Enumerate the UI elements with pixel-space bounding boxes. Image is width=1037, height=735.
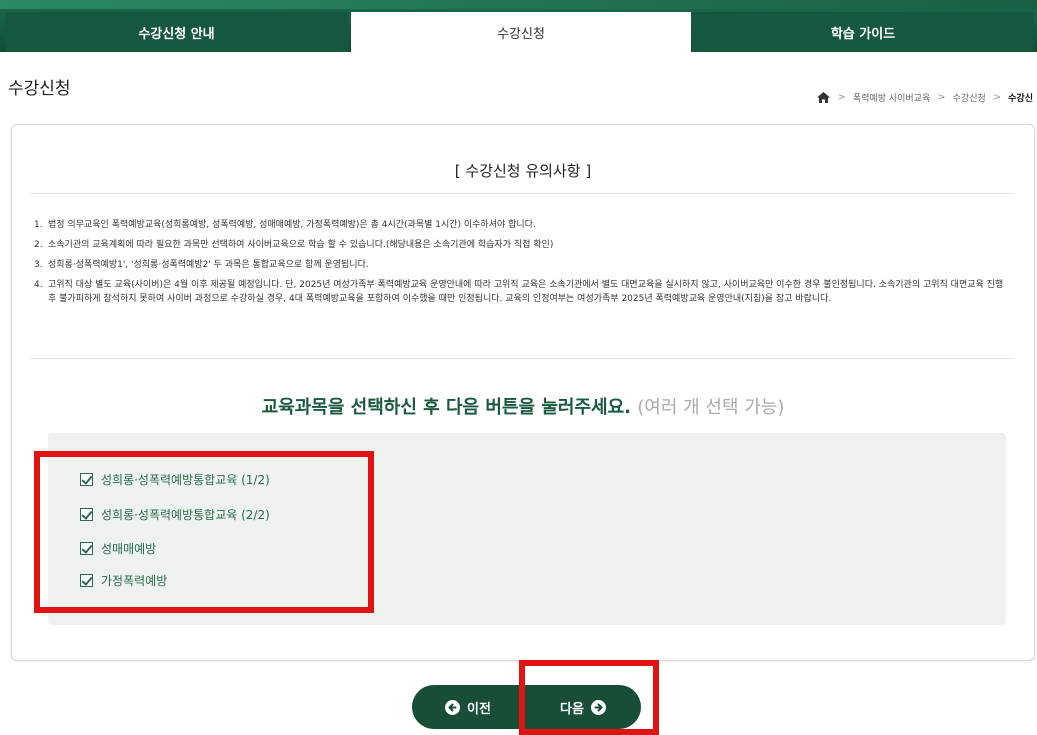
prev-button[interactable]: 이전 [412, 685, 524, 729]
course-option-prostitution[interactable]: 성매매예방 [80, 540, 156, 557]
divider [31, 193, 1014, 194]
notice-item-number: 2. [34, 240, 43, 250]
instruction-hint: (여러 개 선택 가능) [637, 397, 785, 418]
top-decor-strip [0, 0, 1037, 9]
prev-button-label: 이전 [467, 701, 491, 717]
breadcrumb-item-cyber-education[interactable]: 폭력예방 사이버교육 [853, 91, 930, 104]
arrow-left-circle-icon [445, 699, 461, 715]
next-button-label: 다음 [560, 701, 584, 717]
tab-learning-guide[interactable]: 학습 가이드 [692, 12, 1034, 52]
course-selection-box: 성희롱·성폭력예방통합교육 (1/2) 성희롱·성폭력예방통합교육 (2/2) … [48, 433, 1006, 625]
divider [31, 358, 1014, 359]
notice-item-text: 법정 의무교육인 폭력예방교육(성희롱예방, 성폭력예방, 성매매예방, 가정폭… [48, 220, 536, 230]
home-icon[interactable] [817, 92, 831, 103]
page-title: 수강신청 [8, 79, 71, 99]
breadcrumb-separator-icon: > [837, 92, 846, 103]
notice-title: [ 수강신청 유의사항 ] [454, 162, 592, 180]
breadcrumb-item-current: 수강신 [1008, 94, 1033, 104]
top-tab-bar: 수강신청 안내 수강신청 학습 가이드 [0, 0, 1037, 52]
tab-enrollment[interactable]: 수강신청 [351, 12, 691, 52]
enrollment-panel: [ 수강신청 유의사항 ] 1. 법정 의무교육인 폭력예방교육(성희롱예방, … [11, 124, 1035, 661]
next-button[interactable]: 다음 [525, 685, 641, 729]
notice-item-number: 3. [34, 260, 43, 270]
course-option-label: 성희롱·성폭력예방통합교육 (2/2) [101, 508, 270, 522]
tab-enrollment-guide[interactable]: 수강신청 안내 [5, 12, 348, 52]
course-option-label: 가정폭력예방 [101, 574, 168, 588]
notice-list: 1. 법정 의무교육인 폭력예방교육(성희롱예방, 성폭력예방, 성매매예방, … [34, 218, 1009, 312]
notice-item-number: 4. [34, 280, 43, 290]
arrow-right-circle-icon [590, 699, 606, 715]
course-option-harassment-1[interactable]: 성희롱·성폭력예방통합교육 (1/2) [80, 471, 270, 488]
notice-item-text: 성희롱·성폭력예방1', '성희롱·성폭력예방2' 두 과목은 통합교육으로 함… [48, 260, 369, 270]
instruction-text: 교육과목을 선택하신 후 다음 버튼을 눌러주세요. (여러 개 선택 가능) [12, 393, 1034, 419]
notice-item: 4. 고위직 대상 별도 교육(사이버)은 4월 이후 제공될 예정입니다. 단… [34, 278, 1009, 306]
checkbox-checked-icon[interactable] [80, 542, 93, 555]
breadcrumb-separator-icon: > [937, 92, 946, 103]
checkbox-checked-icon[interactable] [80, 473, 93, 486]
instruction-main: 교육과목을 선택하신 후 다음 버튼을 눌러주세요. [261, 397, 631, 418]
notice-item-text: 고위직 대상 별도 교육(사이버)은 4월 이후 제공될 예정입니다. 단, 2… [48, 280, 1004, 304]
notice-item: 2. 소속기관의 교육계획에 따라 필요한 과목만 선택하여 사이버교육으로 학… [34, 238, 1009, 252]
checkbox-checked-icon[interactable] [80, 508, 93, 521]
notice-item: 3. 성희롱·성폭력예방1', '성희롱·성폭력예방2' 두 과목은 통합교육으… [34, 258, 1009, 272]
notice-item: 1. 법정 의무교육인 폭력예방교육(성희롱예방, 성폭력예방, 성매매예방, … [34, 218, 1009, 232]
notice-item-number: 1. [34, 220, 43, 230]
checkbox-checked-icon[interactable] [80, 574, 93, 587]
breadcrumb: > 폭력예방 사이버교육 > 수강신청 > 수강신 [817, 91, 1033, 104]
course-option-harassment-2[interactable]: 성희롱·성폭력예방통합교육 (2/2) [80, 506, 270, 523]
notice-item-text: 소속기관의 교육계획에 따라 필요한 과목만 선택하여 사이버교육으로 학습 할… [48, 240, 554, 250]
course-option-label: 성매매예방 [101, 542, 157, 556]
breadcrumb-item-enrollment[interactable]: 수강신청 [953, 91, 986, 104]
breadcrumb-separator-icon: > [992, 92, 1002, 103]
course-option-domestic-violence[interactable]: 가정폭력예방 [80, 572, 167, 589]
course-option-label: 성희롱·성폭력예방통합교육 (1/2) [101, 473, 270, 487]
